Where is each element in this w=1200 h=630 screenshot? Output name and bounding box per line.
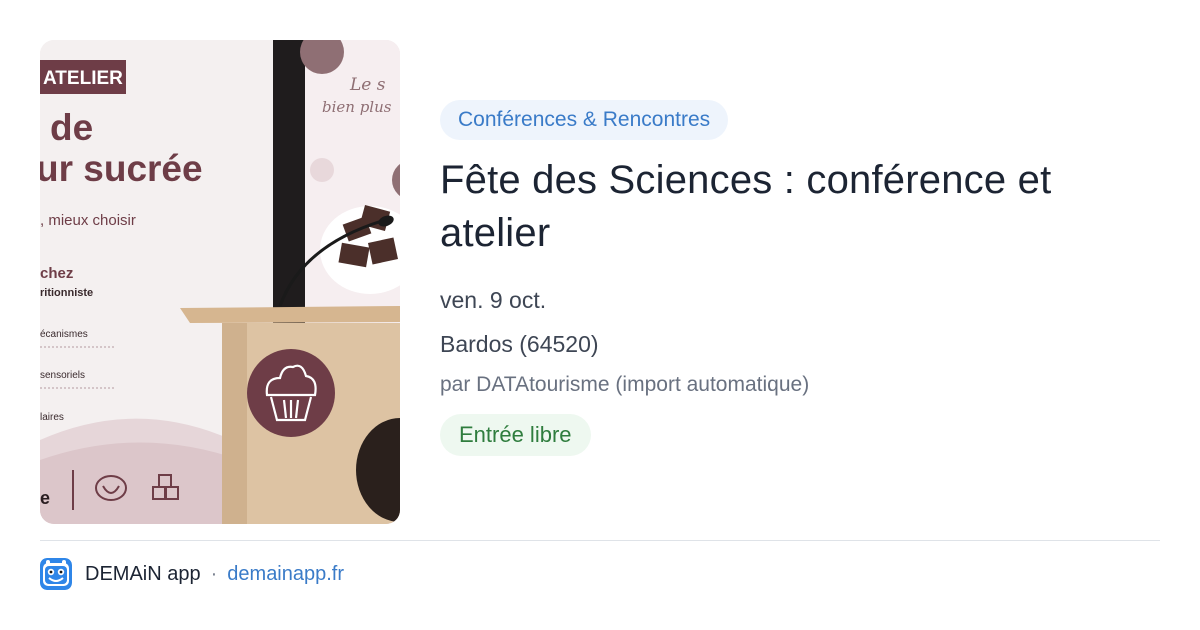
poster-heading-2: ur sucrée (40, 148, 203, 189)
poster-speaker-role: ritionniste (40, 287, 93, 299)
poster-subtitle: , mieux choisir (40, 212, 136, 229)
app-name: DEMAiN app (85, 562, 201, 585)
poster-bullet-1: écanismes (40, 329, 88, 340)
event-image[interactable]: ATELIER de ur sucrée , mieux choisir che… (40, 40, 400, 524)
poster-bullet-3: laires (40, 412, 64, 423)
category-tag[interactable]: Conférences & Rencontres (440, 100, 729, 140)
poster-speaker: chez (40, 265, 73, 282)
event-title[interactable]: Fête des Sciences : conférence et atelie… (440, 154, 1140, 260)
event-date: ven. 9 oct. (440, 287, 547, 313)
price-badge: Entrée libre (440, 414, 591, 456)
divider (40, 540, 1160, 541)
app-link[interactable]: demainapp.fr (227, 563, 344, 586)
footer-separator: · (210, 562, 218, 585)
cupcake-logo (247, 349, 335, 437)
event-photo: ATELIER de ur sucrée , mieux choisir che… (40, 40, 400, 524)
poster-footer-letter: e (40, 488, 50, 508)
poster-heading-1: de (50, 107, 93, 148)
event-details: Conférences & Rencontres Fête des Scienc… (440, 100, 1160, 456)
screen-script-1: Le s (349, 75, 386, 95)
atelier-text: ATELIER (43, 68, 123, 89)
demain-app-logo-icon[interactable] (40, 558, 72, 590)
event-place: Bardos (64520) (440, 331, 599, 357)
poster-bullet-2: sensoriels (40, 370, 85, 381)
event-author: par DATAtourisme (import automatique) (440, 373, 810, 396)
screen-script-2: bien plus (322, 98, 392, 116)
app-footer: DEMAiN app · demainapp.fr (40, 558, 344, 590)
